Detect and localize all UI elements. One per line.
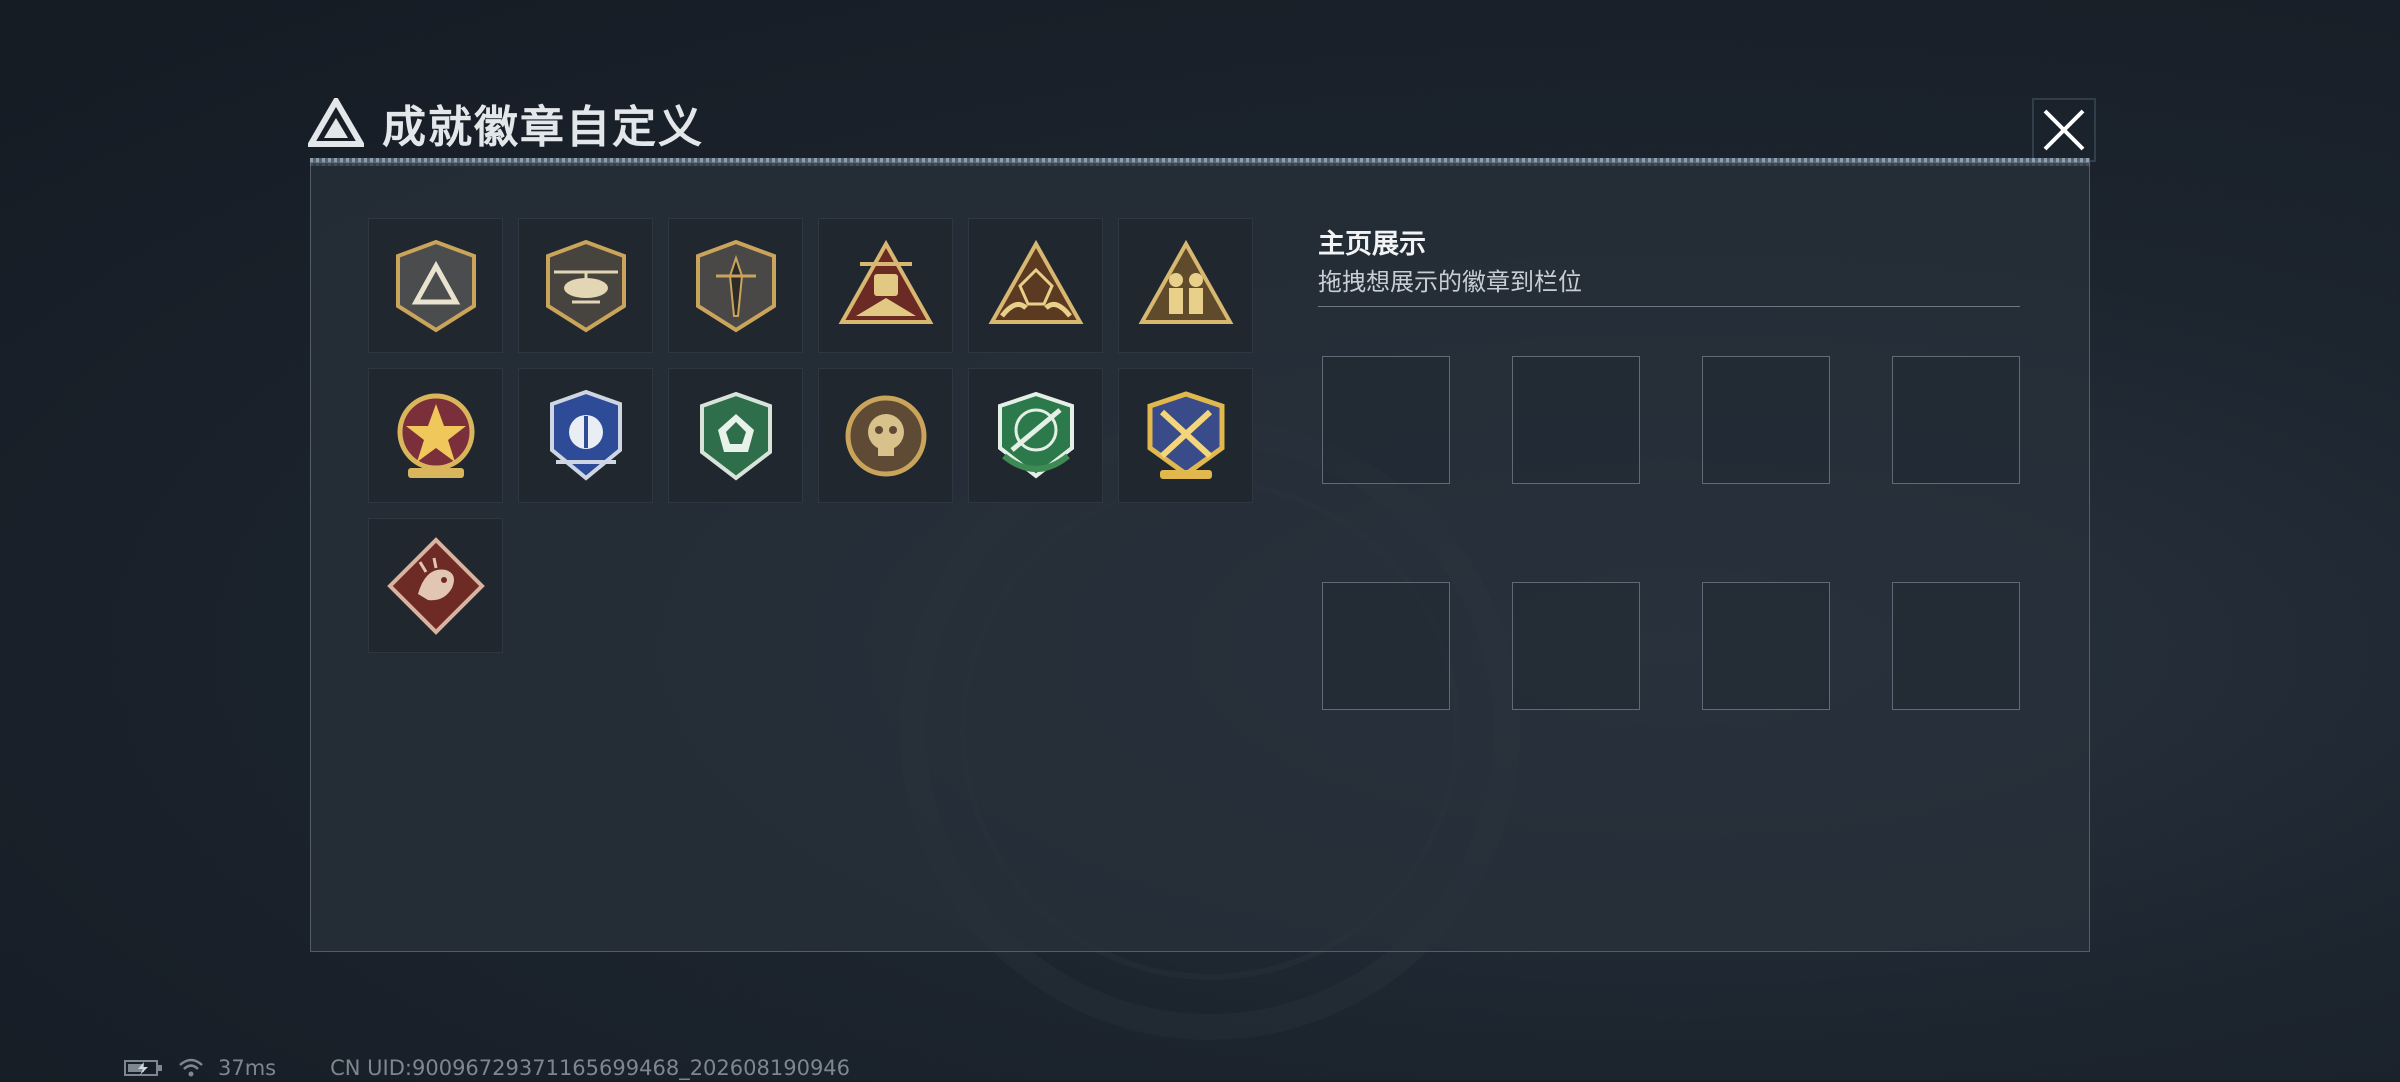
crossed-swords-gold-badge-icon: [1147, 390, 1224, 479]
badge-collection-grid: [368, 218, 1253, 653]
badge-item[interactable]: [1118, 368, 1253, 503]
badge-item[interactable]: [818, 368, 953, 503]
ninety-triangle-badge-icon: [838, 239, 933, 324]
badge-item[interactable]: [1118, 218, 1253, 353]
helicopter-shield-badge-icon: [545, 239, 626, 332]
showcase-divider: [1318, 306, 2020, 307]
wifi-icon: [178, 1057, 204, 1079]
showcase-slot-8[interactable]: [1892, 582, 2020, 710]
delta-triangle-logo-icon: [308, 98, 364, 147]
skull-round-badge-icon: [845, 395, 926, 476]
badge-item[interactable]: [368, 368, 503, 503]
badge-item[interactable]: [668, 368, 803, 503]
showcase-slot-3[interactable]: [1702, 356, 1830, 484]
showcase-slot-1[interactable]: [1322, 356, 1450, 484]
close-icon: [2043, 109, 2085, 151]
badge-item[interactable]: [668, 218, 803, 353]
showcase-slot-7[interactable]: [1702, 582, 1830, 710]
battery-charging-icon: [124, 1058, 164, 1078]
status-bar: 37ms CN UID:9009672937116569946​8_202608…: [124, 1054, 864, 1082]
blue-wing-shield-badge-icon: [549, 389, 622, 481]
green-gem-shield-badge-icon: [699, 391, 772, 481]
page-title: 成就徽章自定义: [382, 102, 704, 153]
badge-item[interactable]: [368, 218, 503, 353]
showcase-slot-6[interactable]: [1512, 582, 1640, 710]
delta-shield-badge-icon: [395, 239, 476, 332]
badge-item[interactable]: [518, 218, 653, 353]
badge-item[interactable]: [968, 368, 1103, 503]
window-title-bar: 成就徽章自定义: [308, 92, 704, 154]
showcase-title: 主页展示: [1318, 229, 1426, 260]
dragon-diamond-badge-icon: [386, 536, 485, 635]
ping-value: 37ms: [218, 1056, 277, 1080]
badge-item[interactable]: [968, 218, 1103, 353]
badge-item[interactable]: [518, 368, 653, 503]
soldiers-triangle-badge-icon: [1138, 239, 1233, 324]
badge-item[interactable]: [368, 518, 503, 653]
showcase-slot-2[interactable]: [1512, 356, 1640, 484]
showcase-slot-4[interactable]: [1892, 356, 2020, 484]
showcase-subtitle: 拖拽想展示的徽章到栏位: [1318, 268, 1582, 296]
close-button[interactable]: [2032, 98, 2096, 162]
uid-text: CN UID:9009672937116569946​8_20260819094…: [330, 1056, 851, 1080]
crosshair-rifle-badge-icon: [997, 391, 1074, 479]
showcase-slot-5[interactable]: [1322, 582, 1450, 710]
badge-item[interactable]: [818, 218, 953, 353]
dagger-shield-badge-icon: [695, 239, 776, 332]
d20-hands-triangle-badge-icon: [988, 239, 1083, 324]
star-medal-badge-icon: [397, 393, 474, 478]
